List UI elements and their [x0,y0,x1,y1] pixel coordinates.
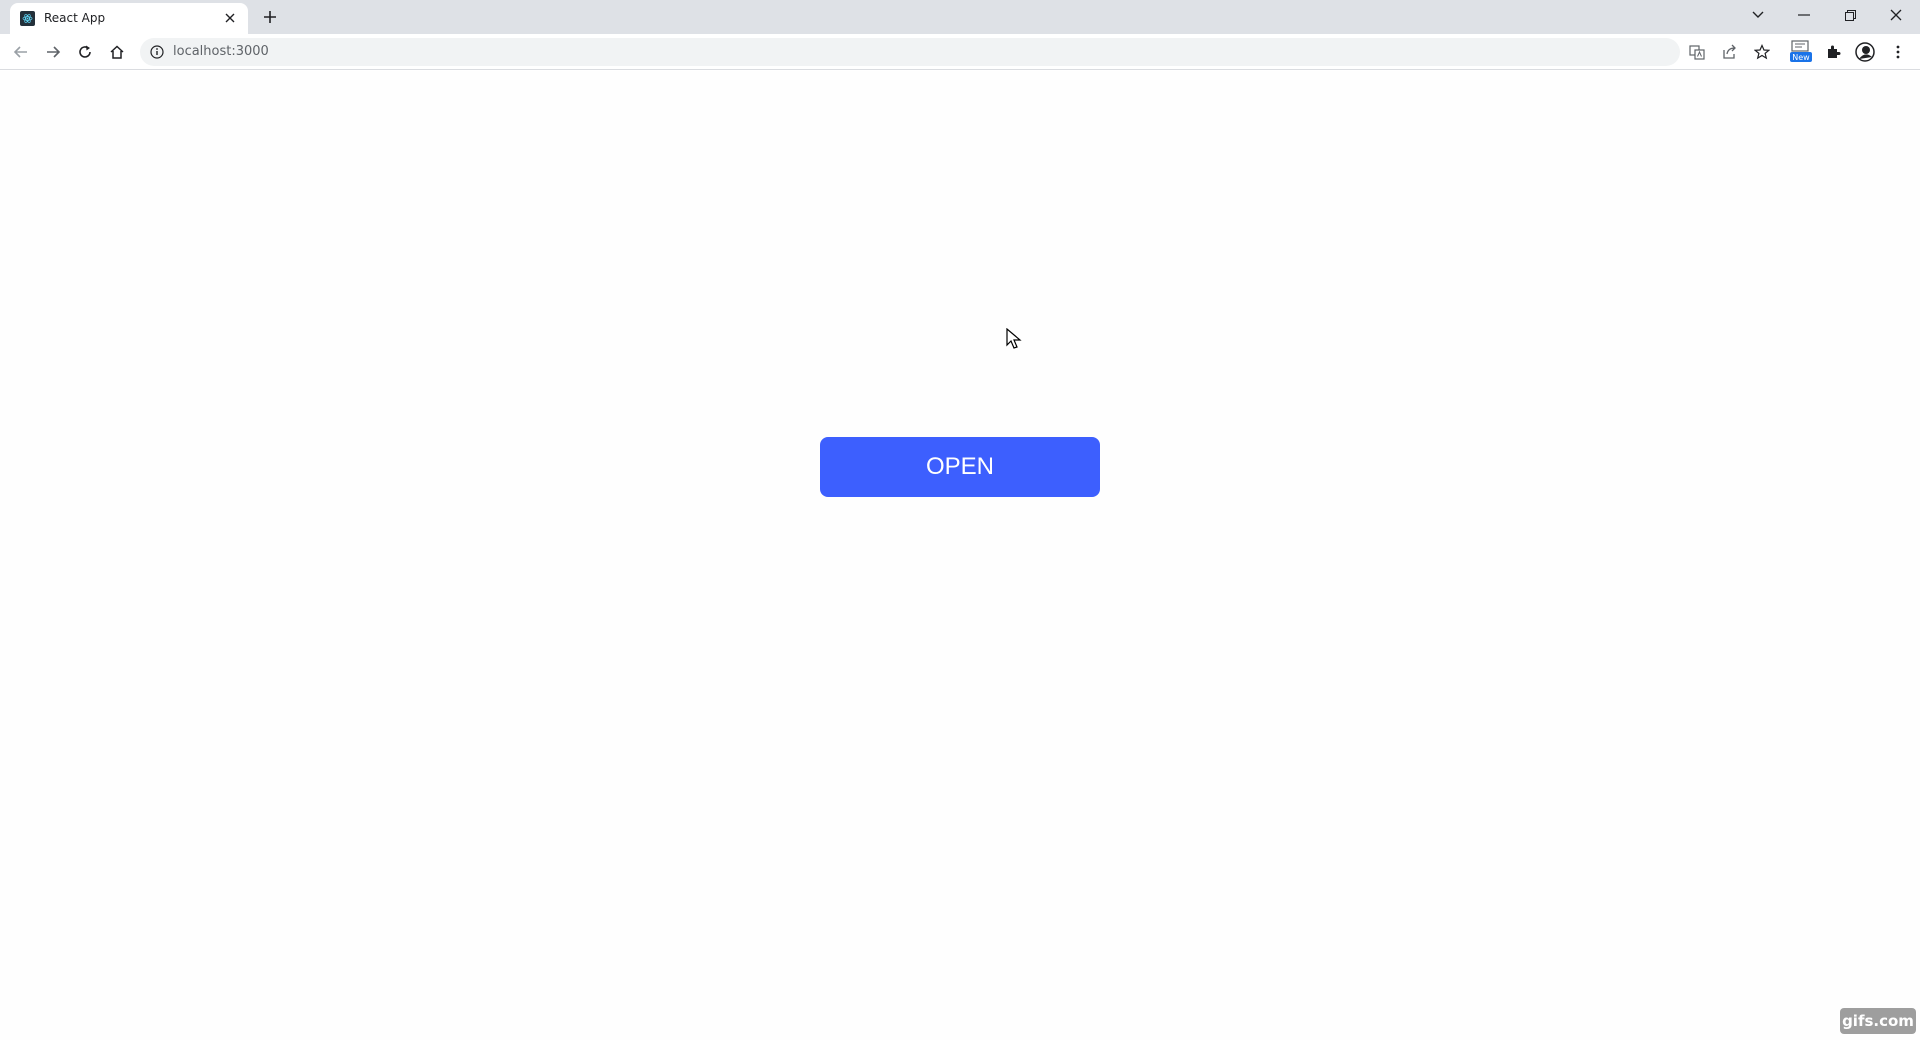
translate-icon[interactable] [1685,40,1709,64]
menu-icon[interactable] [1886,40,1910,64]
browser-toolbar: localhost:3000 New [0,34,1920,70]
chevron-down-icon[interactable] [1735,0,1781,30]
tab-strip: React App [0,0,1920,34]
reading-mode-icon[interactable]: New [1788,40,1812,64]
mouse-cursor-icon [1006,328,1022,349]
address-bar[interactable]: localhost:3000 [140,38,1680,66]
open-button[interactable]: OPEN [820,437,1100,497]
react-favicon-icon [20,11,35,26]
info-icon[interactable] [150,45,164,59]
home-icon[interactable] [105,40,129,64]
profile-icon[interactable] [1853,40,1877,64]
close-window-icon[interactable] [1873,0,1919,30]
restore-icon[interactable] [1827,0,1873,30]
forward-arrow-icon[interactable] [41,40,65,64]
url-text[interactable]: localhost:3000 [173,44,269,59]
page-content [0,71,1920,1040]
share-icon[interactable] [1717,40,1741,64]
extensions-icon[interactable] [1821,40,1845,64]
plus-icon[interactable] [260,7,280,27]
tab-react-app[interactable]: React App [10,3,248,34]
back-arrow-icon[interactable] [9,40,33,64]
minimize-icon[interactable] [1781,0,1827,30]
tab-title: React App [44,11,106,25]
new-badge: New [1790,52,1812,62]
watermark: gifs.com [1840,1008,1916,1034]
reload-icon[interactable] [73,40,97,64]
close-icon[interactable] [222,10,238,26]
star-icon[interactable] [1750,40,1774,64]
